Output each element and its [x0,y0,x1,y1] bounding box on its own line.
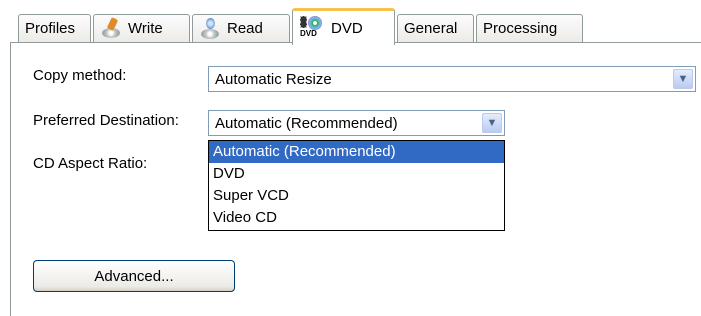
tab-strip: Profiles Write Read DVD DVD General Proc… [0,0,701,45]
preferred-destination-value: Automatic (Recommended) [215,114,398,132]
tab-general[interactable]: General [397,14,474,42]
preferred-destination-select[interactable]: Automatic (Recommended) ▼ [208,110,505,136]
chevron-down-icon[interactable]: ▼ [482,113,502,133]
dropdown-option-super-vcd[interactable]: Super VCD [209,185,504,207]
chevron-down-icon[interactable]: ▼ [673,69,693,89]
tab-dvd[interactable]: DVD DVD [292,8,395,45]
destination-dropdown-list: Automatic (Recommended) DVD Super VCD Vi… [208,140,505,231]
advanced-button[interactable]: Advanced... [33,260,235,292]
tab-read[interactable]: Read [192,14,290,42]
dropdown-option-automatic[interactable]: Automatic (Recommended) [209,141,504,163]
dvd-icon: DVD [299,14,325,42]
tab-write-label: Write [128,20,163,37]
tab-write[interactable]: Write [93,14,190,42]
copy-method-label: Copy method: [33,67,127,84]
tab-read-label: Read [227,20,263,37]
dropdown-option-dvd[interactable]: DVD [209,163,504,185]
cd-aspect-ratio-label: CD Aspect Ratio: [33,155,148,172]
tab-processing[interactable]: Processing [476,14,583,42]
panel-border [10,42,11,316]
dvd-icon-text: DVD [300,29,317,38]
copy-method-select[interactable]: Automatic Resize ▼ [208,66,696,92]
tab-profiles-label: Profiles [25,20,76,37]
read-disc-icon [199,17,221,40]
advanced-button-label: Advanced... [94,267,174,285]
copy-method-value: Automatic Resize [215,70,332,88]
preferred-destination-label: Preferred Destination: [33,112,179,129]
tab-general-label: General [404,20,458,37]
tab-processing-label: Processing [483,20,558,37]
dropdown-option-video-cd[interactable]: Video CD [209,207,504,229]
tab-dvd-label: DVD [331,19,363,37]
tab-profiles[interactable]: Profiles [18,14,91,42]
write-disc-icon [100,18,122,40]
